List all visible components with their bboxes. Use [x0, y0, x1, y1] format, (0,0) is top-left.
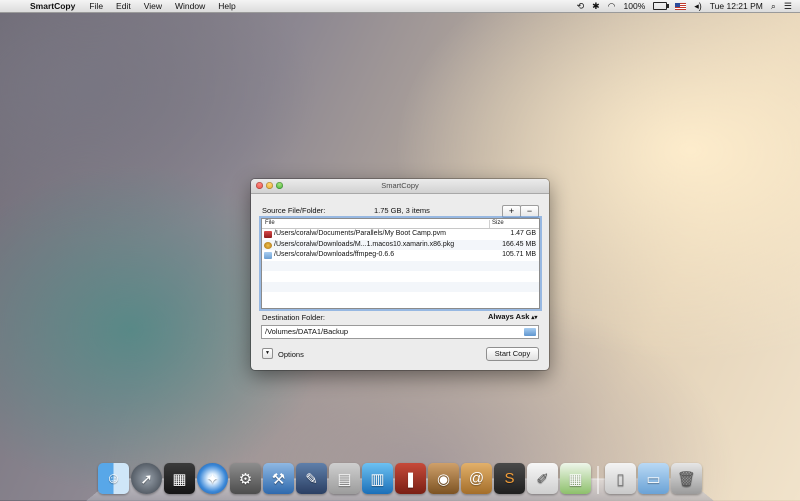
- menu-view[interactable]: View: [144, 1, 162, 11]
- notification-center-icon[interactable]: ☰: [784, 0, 792, 12]
- add-source-button[interactable]: +: [502, 205, 521, 218]
- clock[interactable]: Tue 12:21 PM: [710, 1, 763, 11]
- package-icon: [264, 241, 272, 249]
- safari-icon[interactable]: ✦: [197, 463, 228, 494]
- preview-icon[interactable]: ▤: [329, 463, 360, 494]
- options-disclosure-button[interactable]: ▼: [262, 348, 273, 359]
- status-area: ⟲ ✱ ◠ 100% ◂) Tue 12:21 PM ⌕ ☰: [577, 0, 792, 12]
- textedit-icon[interactable]: ✐: [527, 463, 558, 494]
- instruments-icon[interactable]: ✎: [296, 463, 327, 494]
- row-path: /Users/coralw/Downloads/M...1.macos10.xa…: [274, 240, 455, 248]
- menu-edit[interactable]: Edit: [116, 1, 131, 11]
- folder-icon: [264, 252, 272, 259]
- window-title: SmartCopy: [381, 181, 419, 190]
- battery-percent[interactable]: 100%: [624, 1, 646, 11]
- battery-icon[interactable]: [653, 2, 670, 10]
- table-header: File Size: [262, 219, 539, 229]
- start-copy-button[interactable]: Start Copy: [486, 347, 539, 361]
- menu-bar: SmartCopy File Edit View Window Help ⟲ ✱…: [0, 0, 800, 13]
- sublime-text-icon[interactable]: S: [494, 463, 525, 494]
- launchpad-icon[interactable]: ➚: [131, 463, 162, 494]
- spotlight-search-icon[interactable]: ⌕: [771, 0, 776, 12]
- keynote-icon[interactable]: ▥: [362, 463, 393, 494]
- remove-source-button[interactable]: −: [520, 205, 539, 218]
- source-summary: 1.75 GB, 3 items: [374, 206, 430, 215]
- destination-field[interactable]: /Volumes/DATA1/Backup: [261, 325, 539, 339]
- table-row[interactable]: /Users/coralw/Downloads/M...1.macos10.xa…: [262, 239, 539, 250]
- wifi-icon[interactable]: ◠: [608, 0, 616, 12]
- row-size: 1.47 GB: [510, 230, 536, 237]
- empty-row: [262, 281, 539, 292]
- time-machine-icon[interactable]: ⟲: [577, 0, 585, 12]
- row-size: 166.45 MB: [502, 240, 536, 248]
- dock-separator: [597, 466, 599, 494]
- always-ask-popup[interactable]: Always Ask ▴▾: [488, 312, 537, 321]
- minimize-window-button[interactable]: [266, 182, 273, 189]
- trash-icon[interactable]: 🗑: [671, 463, 702, 494]
- image-capture-icon[interactable]: ◉: [428, 463, 459, 494]
- menu-help[interactable]: Help: [218, 1, 235, 11]
- parallels-vm-icon: [264, 231, 272, 238]
- destination-label: Destination Folder:: [262, 313, 325, 322]
- dock: ☺ ➚ ▦ ✦ ⚙ ⚒ ✎ ▤ ▥ ❚ ◉ @ S ✐ ▦ ▯ ▭ 🗑: [98, 460, 702, 494]
- book-icon[interactable]: ❚: [395, 463, 426, 494]
- contacts-icon[interactable]: @: [461, 463, 492, 494]
- input-source-flag-icon[interactable]: [675, 2, 687, 10]
- downloads-folder-icon[interactable]: ▭: [638, 463, 669, 494]
- column-header-file[interactable]: File: [265, 220, 275, 226]
- menu-window[interactable]: Window: [175, 1, 205, 11]
- system-preferences-icon[interactable]: ⚙: [230, 463, 261, 494]
- table-row[interactable]: /Users/coralw/Documents/Parallels/My Boo…: [262, 229, 539, 240]
- options-label: Options: [278, 350, 304, 359]
- always-ask-label: Always Ask: [488, 312, 530, 321]
- close-window-button[interactable]: [256, 182, 263, 189]
- column-header-size[interactable]: Size: [489, 220, 504, 228]
- table-row[interactable]: /Users/coralw/Downloads/ffmpeg-0.6.6 105…: [262, 250, 539, 261]
- destination-path: /Volumes/DATA1/Backup: [265, 327, 349, 336]
- xcode-icon[interactable]: ⚒: [263, 463, 294, 494]
- finder-icon[interactable]: ☺: [98, 463, 129, 494]
- source-row: Source File/Folder: 1.75 GB, 3 items + −: [262, 205, 542, 218]
- source-label: Source File/Folder:: [262, 206, 326, 215]
- window-titlebar[interactable]: SmartCopy: [251, 179, 549, 194]
- row-path: /Users/coralw/Downloads/ffmpeg-0.6.6: [274, 251, 395, 258]
- row-size: 105.71 MB: [502, 251, 536, 258]
- choose-folder-icon[interactable]: [524, 328, 536, 336]
- popup-arrows-icon: ▴▾: [531, 315, 538, 321]
- row-path: /Users/coralw/Documents/Parallels/My Boo…: [274, 230, 446, 237]
- numbers-icon[interactable]: ▦: [560, 463, 591, 494]
- empty-row: [262, 260, 539, 271]
- smartcopy-window: SmartCopy Source File/Folder: 1.75 GB, 3…: [251, 179, 549, 370]
- zoom-window-button[interactable]: [276, 182, 283, 189]
- empty-row: [262, 271, 539, 282]
- menu-file[interactable]: File: [89, 1, 103, 11]
- empty-row: [262, 292, 539, 303]
- menu-app-name[interactable]: SmartCopy: [30, 1, 75, 11]
- iphoto-icon[interactable]: ▦: [164, 463, 195, 494]
- source-table[interactable]: File Size /Users/coralw/Documents/Parall…: [261, 218, 540, 309]
- documents-stack-icon[interactable]: ▯: [605, 463, 636, 494]
- bluetooth-icon[interactable]: ✱: [592, 0, 600, 12]
- volume-icon[interactable]: ◂): [694, 0, 702, 12]
